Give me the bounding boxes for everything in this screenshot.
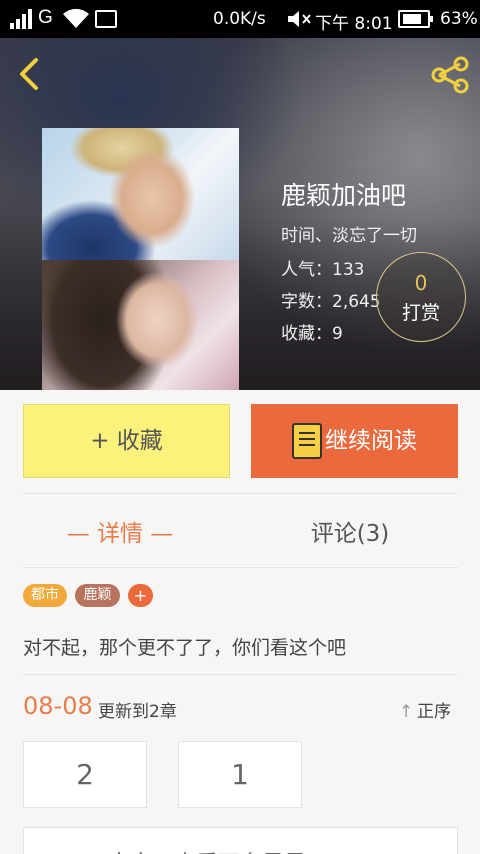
add-tag-button[interactable]: + <box>128 584 153 607</box>
chapter-button[interactable]: 1 <box>178 741 302 808</box>
update-date: 08-08 <box>23 692 93 720</box>
continue-reading-button[interactable]: 继续阅读 <box>251 404 458 478</box>
arrow-up-icon: ↑ <box>399 702 414 722</box>
chapter-button[interactable]: 2 <box>23 741 147 808</box>
battery-icon <box>398 10 433 28</box>
sort-order-label: 正序 <box>417 702 451 722</box>
related-book-title: 大家，来看下多星星 <box>108 846 306 854</box>
divider <box>23 674 458 675</box>
divider <box>23 493 458 494</box>
network-type: G <box>38 7 53 28</box>
mute-icon <box>288 11 311 27</box>
tip-label: 打赏 <box>401 302 440 324</box>
wifi-icon <box>63 8 89 28</box>
word-count-stat: 字数：2,645 <box>281 292 381 312</box>
book-cover[interactable] <box>42 128 239 390</box>
status-bar: G 0.0K/s 下午 8:01 63% <box>0 0 480 38</box>
book-author[interactable]: 时间、淡忘了一切 <box>281 221 417 246</box>
related-book-card[interactable]: 大家，来看下多星星 <box>23 827 458 854</box>
tip-count: 0 <box>414 271 428 295</box>
divider <box>23 567 458 568</box>
tag-city[interactable]: 都市 <box>23 584 67 607</box>
cover-photo-top <box>42 128 239 260</box>
update-text: 更新到2章 <box>98 702 177 722</box>
tag-luying[interactable]: 鹿颖 <box>75 584 120 607</box>
chevron-left-icon[interactable] <box>14 56 44 92</box>
signal-icon <box>10 9 32 29</box>
battery-percent: 63% <box>440 9 478 29</box>
image-notification-icon <box>95 10 117 28</box>
book-description: 对不起，那个更不了了，你们看这个吧 <box>23 637 347 659</box>
book-icon <box>292 423 322 459</box>
book-title: 鹿颖加油吧 <box>281 181 407 210</box>
share-icon[interactable] <box>430 56 470 94</box>
add-to-favorites-button[interactable]: + 收藏 <box>23 404 230 478</box>
tip-button[interactable]: 0 打赏 <box>376 252 466 342</box>
clock: 下午 8:01 <box>315 14 393 34</box>
sort-order-button[interactable]: ↑ 正序 <box>399 697 451 722</box>
continue-reading-label: 继续阅读 <box>325 428 417 454</box>
favorites-stat: 收藏：9 <box>281 324 343 344</box>
book-header: 鹿颖加油吧 时间、淡忘了一切 人气：133 字数：2,645 收藏：9 0 打赏 <box>0 38 480 390</box>
tab-detail[interactable]: — 详情 — <box>0 514 240 548</box>
popularity-stat: 人气：133 <box>281 260 365 280</box>
cover-photo-bottom <box>42 260 239 390</box>
network-speed: 0.0K/s <box>213 9 266 29</box>
tab-comments[interactable]: 评论(3) <box>240 514 460 548</box>
